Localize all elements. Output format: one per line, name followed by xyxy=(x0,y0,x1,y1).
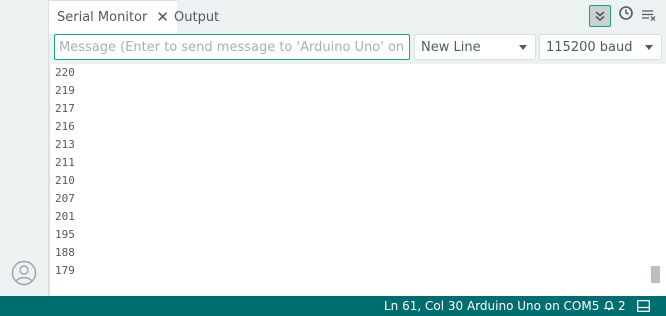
chevron-down-icon xyxy=(519,45,527,50)
clear-output-button[interactable] xyxy=(638,5,660,27)
close-icon[interactable]: ✕ xyxy=(156,10,169,25)
tab-output[interactable]: Output xyxy=(174,0,219,34)
activity-sidebar xyxy=(0,0,49,296)
panel-layout-icon xyxy=(637,300,650,315)
scrollbar-thumb[interactable] xyxy=(651,266,660,283)
serial-toolbar: New Line 115200 baud xyxy=(49,34,666,64)
notifications-button[interactable]: 2 xyxy=(603,296,626,316)
autoscroll-icon xyxy=(594,7,606,26)
timestamp-icon xyxy=(618,5,634,25)
output-line: 216 xyxy=(55,120,75,133)
output-line: 217 xyxy=(55,102,75,115)
output-line: 201 xyxy=(55,210,75,223)
chevron-down-icon xyxy=(645,45,653,50)
line-ending-select[interactable]: New Line xyxy=(414,34,536,60)
output-line: 219 xyxy=(55,84,75,97)
bell-icon xyxy=(603,299,615,314)
baud-rate-select[interactable]: 115200 baud xyxy=(539,34,662,60)
baud-rate-value: 115200 baud xyxy=(546,39,633,55)
notification-count: 2 xyxy=(618,299,626,313)
panel-header: Serial Monitor ✕ Output xyxy=(49,0,666,34)
output-line: 195 xyxy=(55,228,75,241)
tab-label: Output xyxy=(174,9,220,25)
tab-label: Serial Monitor xyxy=(57,10,148,25)
clear-output-icon xyxy=(641,7,657,26)
message-input[interactable] xyxy=(54,34,410,60)
output-line: 220 xyxy=(55,66,75,79)
output-line: 211 xyxy=(55,156,75,169)
autoscroll-button[interactable] xyxy=(589,5,611,27)
timestamp-button[interactable] xyxy=(615,4,637,26)
toggle-panel-button[interactable] xyxy=(637,300,650,315)
line-ending-value: New Line xyxy=(421,39,481,55)
cursor-position[interactable]: Ln 61, Col 30 xyxy=(384,296,463,316)
account-icon[interactable] xyxy=(11,260,37,286)
output-line: 188 xyxy=(55,246,75,259)
output-line: 210 xyxy=(55,174,75,187)
output-line: 179 xyxy=(55,264,75,277)
output-line: 213 xyxy=(55,138,75,151)
tab-serial-monitor[interactable]: Serial Monitor ✕ xyxy=(49,0,177,34)
serial-output[interactable]: 220 219 217 216 213 211 210 207 201 195 … xyxy=(49,64,666,296)
output-line: 207 xyxy=(55,192,75,205)
board-status[interactable]: Arduino Uno on COM5 xyxy=(467,296,599,316)
status-bar: Ln 61, Col 30 Arduino Uno on COM5 2 xyxy=(0,296,666,316)
